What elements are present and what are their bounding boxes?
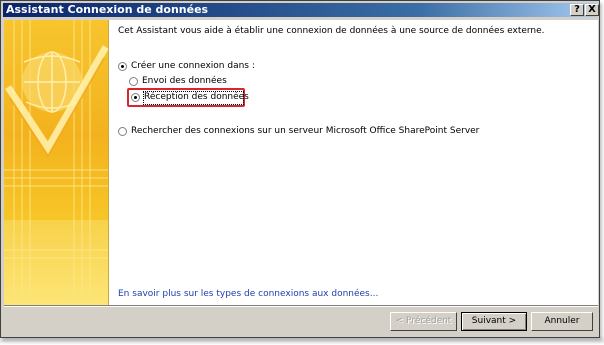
wizard-content-pane: Cet Assistant vous aide à établir une co… xyxy=(109,20,598,305)
receive-data-radio[interactable] xyxy=(131,93,140,102)
window-title: Assistant Connexion de données xyxy=(6,3,209,16)
help-icon: ? xyxy=(574,4,580,15)
sharepoint-search-label[interactable]: Rechercher des connexions sur un serveur… xyxy=(131,126,479,137)
intro-text: Cet Assistant vous aide à établir une co… xyxy=(118,26,545,36)
wizard-dialog: Assistant Connexion de données ? X Cet A… xyxy=(0,0,600,338)
focus-outline xyxy=(143,91,244,105)
office-logo-art-icon xyxy=(4,20,108,305)
send-data-radio[interactable] xyxy=(129,77,138,86)
learn-more-link[interactable]: En savoir plus sur les types de connexio… xyxy=(118,289,378,299)
sharepoint-search-radio[interactable] xyxy=(118,127,127,136)
next-button[interactable]: Suivant > xyxy=(461,312,527,331)
button-separator xyxy=(4,305,598,307)
cancel-button[interactable]: Annuler xyxy=(531,312,593,331)
previous-button[interactable]: < Précédent xyxy=(390,312,457,331)
close-icon: X xyxy=(588,4,596,15)
send-data-label[interactable]: Envoi des données xyxy=(142,76,227,87)
help-button[interactable]: ? xyxy=(570,4,584,16)
create-connection-radio[interactable] xyxy=(118,62,127,71)
create-connection-label[interactable]: Créer une connexion dans : xyxy=(131,61,255,72)
wizard-side-illustration xyxy=(4,20,109,305)
close-button[interactable]: X xyxy=(585,4,599,16)
title-bar[interactable]: Assistant Connexion de données ? X xyxy=(3,3,599,17)
